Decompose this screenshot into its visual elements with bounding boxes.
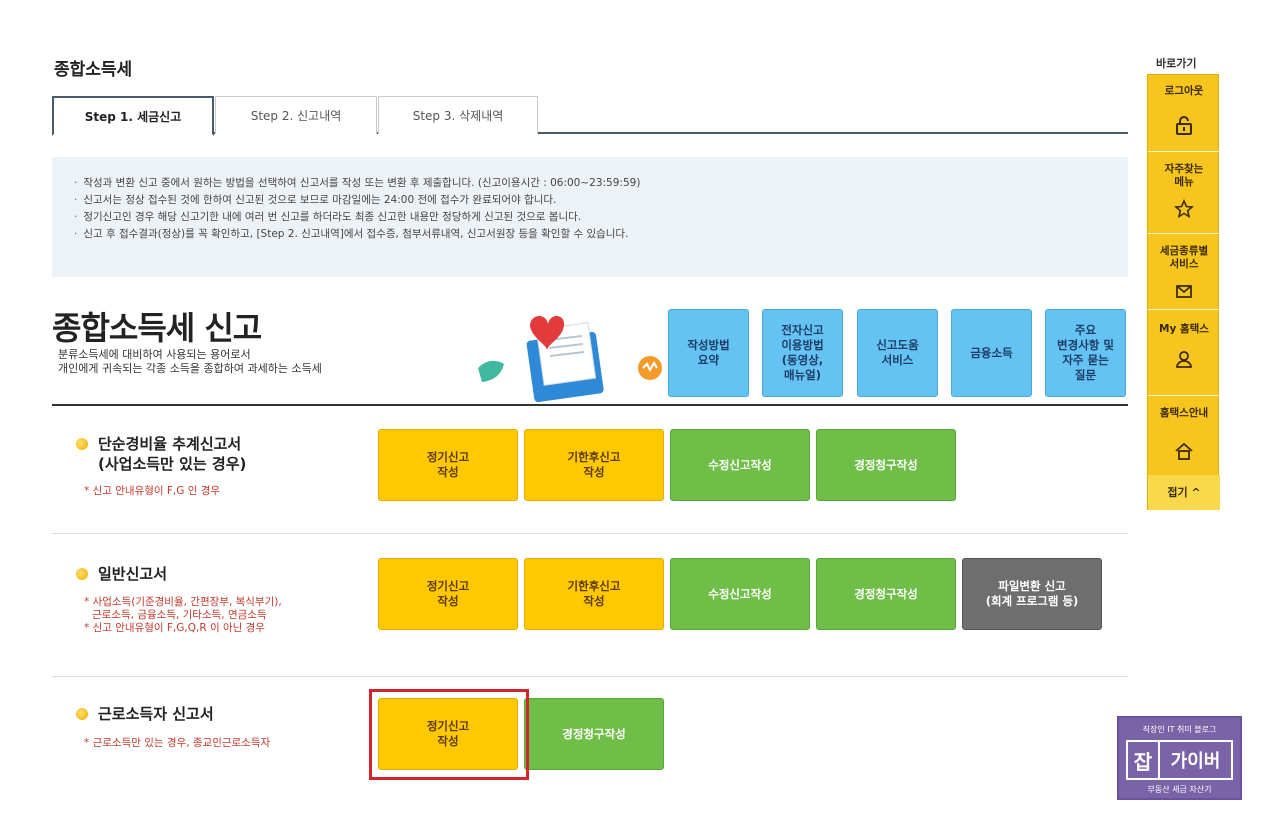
home-icon	[1175, 442, 1193, 460]
watermark-jab: 잡	[1128, 742, 1158, 778]
regular-filing-button[interactable]: 정기신고 작성	[378, 558, 518, 630]
quicklink-divider	[1148, 151, 1220, 152]
tab-step2[interactable]: Step 2. 신고내역	[215, 96, 377, 134]
watermark-top-text: 직장인 IT 취미 블로그	[1142, 725, 1217, 734]
notice-item: 신고서는 정상 접수된 것에 한하여 신고된 것으로 보므로 마감일에는 24:…	[74, 192, 1106, 209]
quick-button-faq[interactable]: 주요 변경사항 및 자주 묻는 질문	[1045, 309, 1126, 397]
form-note: * 신고 안내유형이 F,G 인 경우	[84, 485, 221, 497]
step-tabs: Step 1. 세금신고 Step 2. 신고내역 Step 3. 삭제내역	[52, 96, 1128, 136]
quicklink-logout[interactable]: 로그아웃	[1148, 85, 1220, 98]
notice-box: 작성과 변환 신고 중에서 원하는 방법을 선택하여 신고서를 작성 또는 변환…	[52, 157, 1128, 277]
quicklink-divider	[1148, 233, 1220, 234]
tab-step3[interactable]: Step 3. 삭제내역	[378, 96, 538, 134]
late-filing-button[interactable]: 기한후신고 작성	[524, 558, 664, 630]
quick-button-e-filing-guide[interactable]: 전자신고 이용방법 (동영상, 매뉴얼)	[762, 309, 843, 397]
highlight-box	[369, 689, 529, 780]
page-title: 종합소득세	[54, 60, 133, 80]
quicklinks-collapse-button[interactable]: 접기 ^	[1148, 475, 1220, 510]
form-note: * 근로소득만 있는 경우, 종교인근로소득자	[84, 737, 271, 749]
regular-filing-button[interactable]: 정기신고 작성	[378, 429, 518, 501]
lock-icon	[1176, 116, 1192, 135]
correction-claim-button[interactable]: 경정청구작성	[816, 429, 956, 501]
section-desc-line: 개인에게 귀속되는 각종 소득을 종합하여 과세하는 소득세	[58, 362, 322, 375]
user-icon	[1176, 351, 1192, 368]
mail-icon	[1176, 285, 1192, 298]
form-note: * 신고 안내유형이 F,G,Q,R 이 아닌 경우	[84, 622, 265, 634]
tax-illustration	[478, 315, 662, 402]
section-description: 분류소득세에 대비하여 사용되는 용어로서 개인에게 귀속되는 각종 소득을 종…	[58, 348, 438, 376]
section-divider	[52, 404, 1128, 406]
amended-filing-button[interactable]: 수정신고작성	[670, 558, 810, 630]
amended-filing-button[interactable]: 수정신고작성	[670, 429, 810, 501]
correction-claim-button[interactable]: 경정청구작성	[524, 698, 664, 770]
section-desc-line: 분류소득세에 대비하여 사용되는 용어로서	[58, 348, 251, 361]
tab-step1[interactable]: Step 1. 세금신고	[52, 96, 214, 136]
form-title-earned-income: 근로소득자 신고서	[76, 704, 214, 724]
notice-item: 작성과 변환 신고 중에서 원하는 방법을 선택하여 신고서를 작성 또는 변환…	[74, 175, 1106, 192]
row-divider	[52, 676, 1128, 677]
quick-button-guide-summary[interactable]: 작성방법 요약	[668, 309, 749, 397]
quicklink-divider	[1148, 395, 1220, 396]
star-icon	[1174, 199, 1194, 219]
notice-item: 신고 후 접수결과(정상)를 꼭 확인하고, [Step 2. 신고내역]에서 …	[74, 226, 1106, 243]
watermark-main: 잡 가이버	[1126, 740, 1233, 780]
quicklink-hometax-guide[interactable]: 홈택스안내	[1148, 407, 1220, 420]
watermark-bottom-text: 부동산 세금 자산기	[1147, 785, 1212, 794]
quicklinks-title: 바로가기	[1156, 57, 1197, 70]
quicklink-tax-services[interactable]: 세금종류별 서비스	[1148, 245, 1220, 271]
quicklinks-panel: 로그아웃 자주찾는 메뉴 세금종류별 서비스 My 홈택스 홈택스안내 접기 ^	[1147, 74, 1220, 510]
watermark-name: 가이버	[1158, 742, 1231, 778]
late-filing-button[interactable]: 기한후신고 작성	[524, 429, 664, 501]
file-conversion-button[interactable]: 파일변환 신고 (회계 프로그램 등)	[962, 558, 1102, 630]
quick-button-help-service[interactable]: 신고도움 서비스	[857, 309, 938, 397]
form-title-general: 일반신고서	[76, 564, 167, 584]
watermark-logo: 직장인 IT 취미 블로그 잡 가이버 부동산 세금 자산기	[1117, 716, 1242, 800]
correction-claim-button[interactable]: 경정청구작성	[816, 558, 956, 630]
form-note: * 사업소득(기준경비율, 간편장부, 복식부기),	[84, 596, 282, 608]
quicklink-my-hometax[interactable]: My 홈택스	[1148, 323, 1220, 336]
notice-item: 정기신고인 경우 해당 신고기한 내에 여러 번 신고를 하더라도 최종 신고한…	[74, 209, 1106, 226]
row-divider	[52, 533, 1128, 534]
section-heading: 종합소득세 신고	[52, 309, 262, 347]
form-note: 근로소득, 금융소득, 기타소득, 연금소득	[92, 609, 267, 621]
form-title-simple-expense: 단순경비율 추계신고서 (사업소득만 있는 경우)	[76, 434, 246, 474]
quicklink-favorites[interactable]: 자주찾는 메뉴	[1148, 163, 1220, 189]
quicklink-divider	[1148, 309, 1220, 310]
quick-button-financial-income[interactable]: 금융소득	[951, 309, 1032, 397]
